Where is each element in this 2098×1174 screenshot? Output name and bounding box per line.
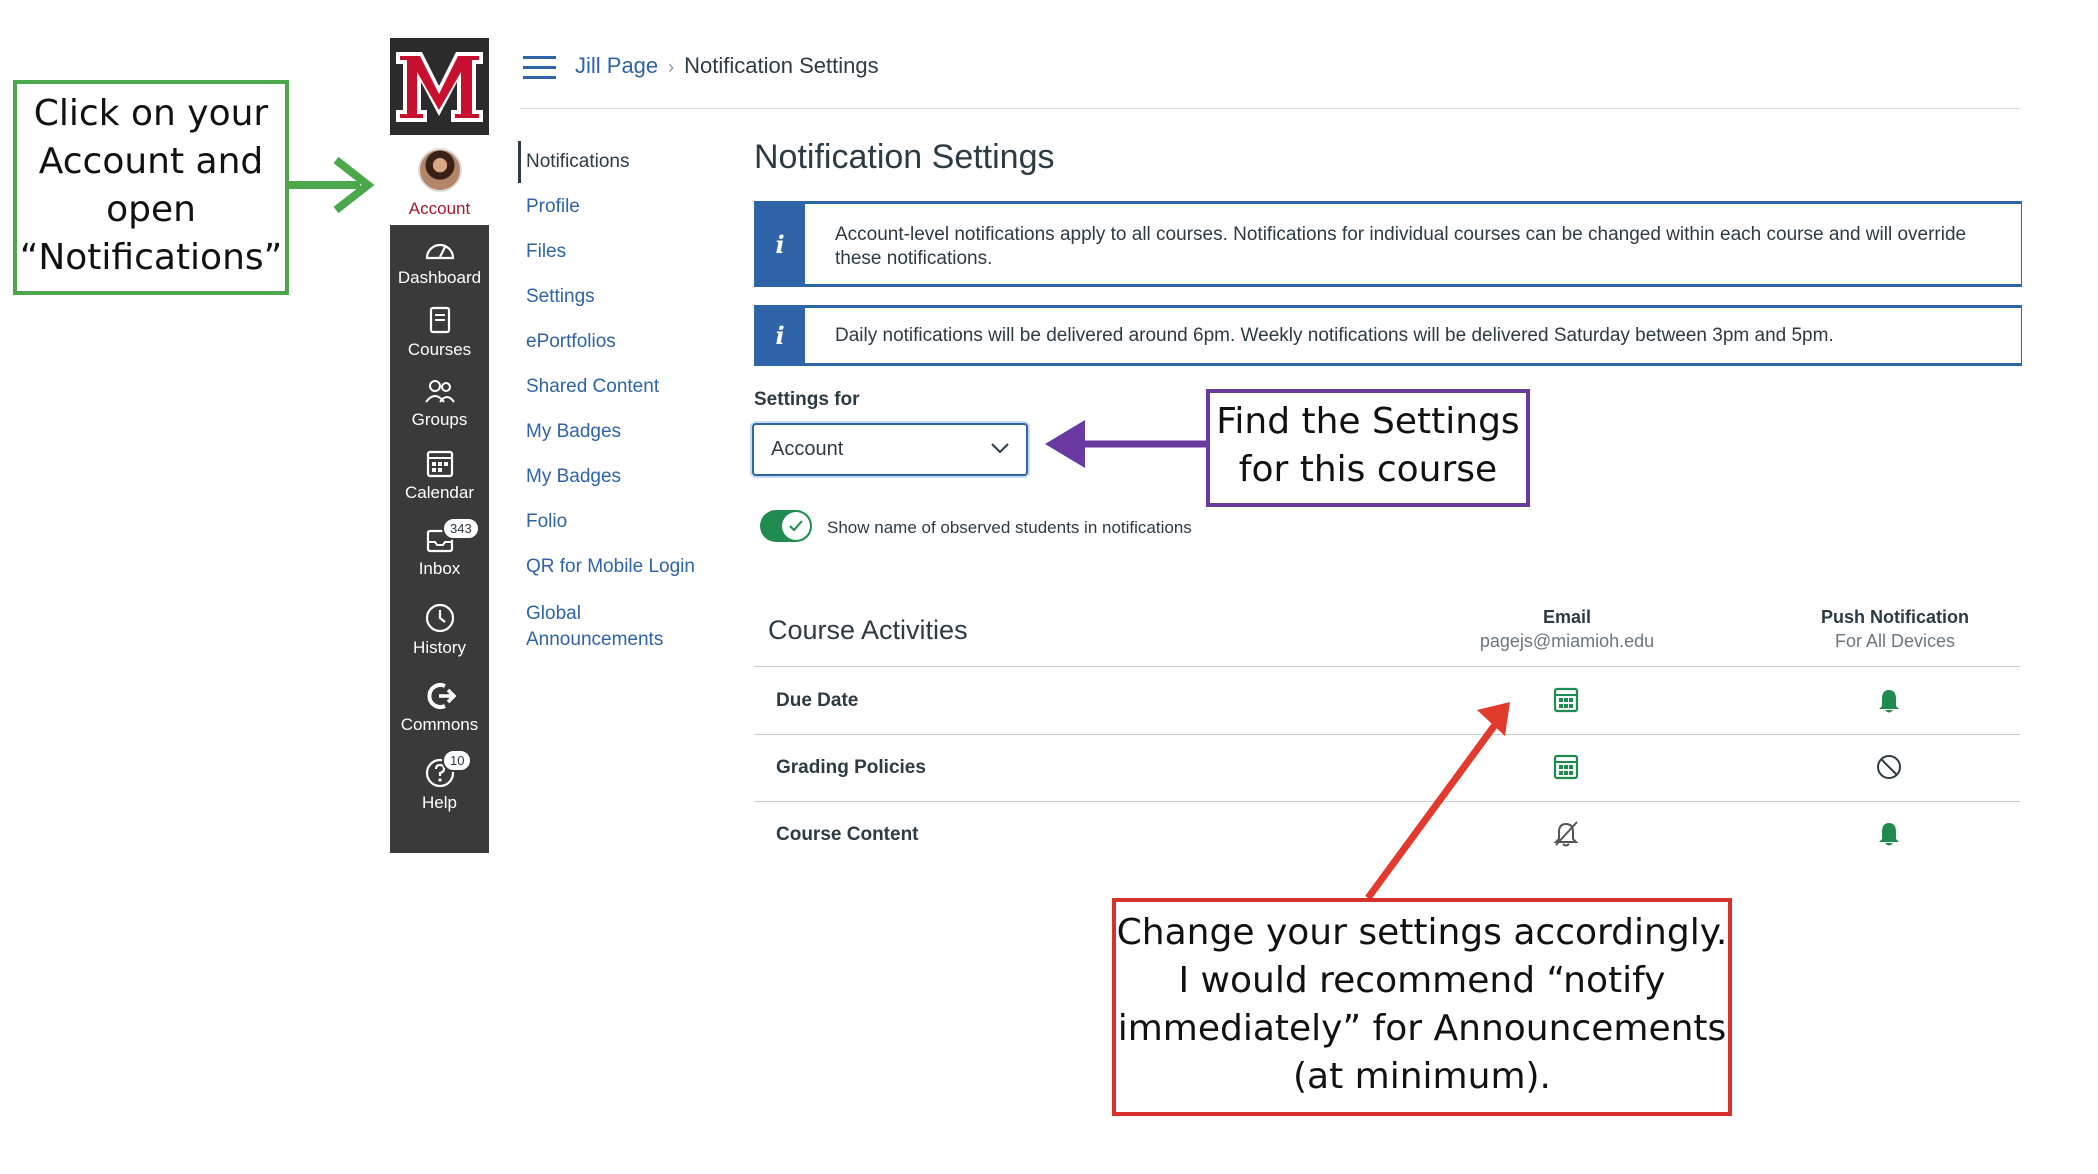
green-arrow-icon: [285, 156, 375, 214]
annotation-line: I would recommend “notify: [1178, 960, 1666, 1001]
purple-arrow-icon: [1045, 420, 1206, 468]
annotation-line: Find the Settings: [1216, 401, 1520, 442]
red-annotation: Change your settings accordingly. I woul…: [1112, 898, 1732, 1116]
annotation-line: open: [106, 189, 196, 230]
annotation-line: immediately” for Announcements: [1117, 1008, 1727, 1049]
red-arrow-icon: [1365, 702, 1510, 901]
annotation-line: Account and: [38, 141, 264, 182]
annotation-line: “Notifications”: [19, 237, 283, 278]
annotation-line: (at minimum).: [1293, 1056, 1551, 1097]
annotation-line: for this course: [1238, 449, 1498, 490]
annotation-line: Change your settings accordingly.: [1116, 912, 1728, 953]
purple-annotation: Find the Settings for this course: [1206, 389, 1530, 507]
green-annotation: Click on your Account and open “Notifica…: [13, 80, 289, 295]
annotation-arrows: [285, 156, 1510, 901]
annotation-line: Click on your: [33, 93, 269, 134]
